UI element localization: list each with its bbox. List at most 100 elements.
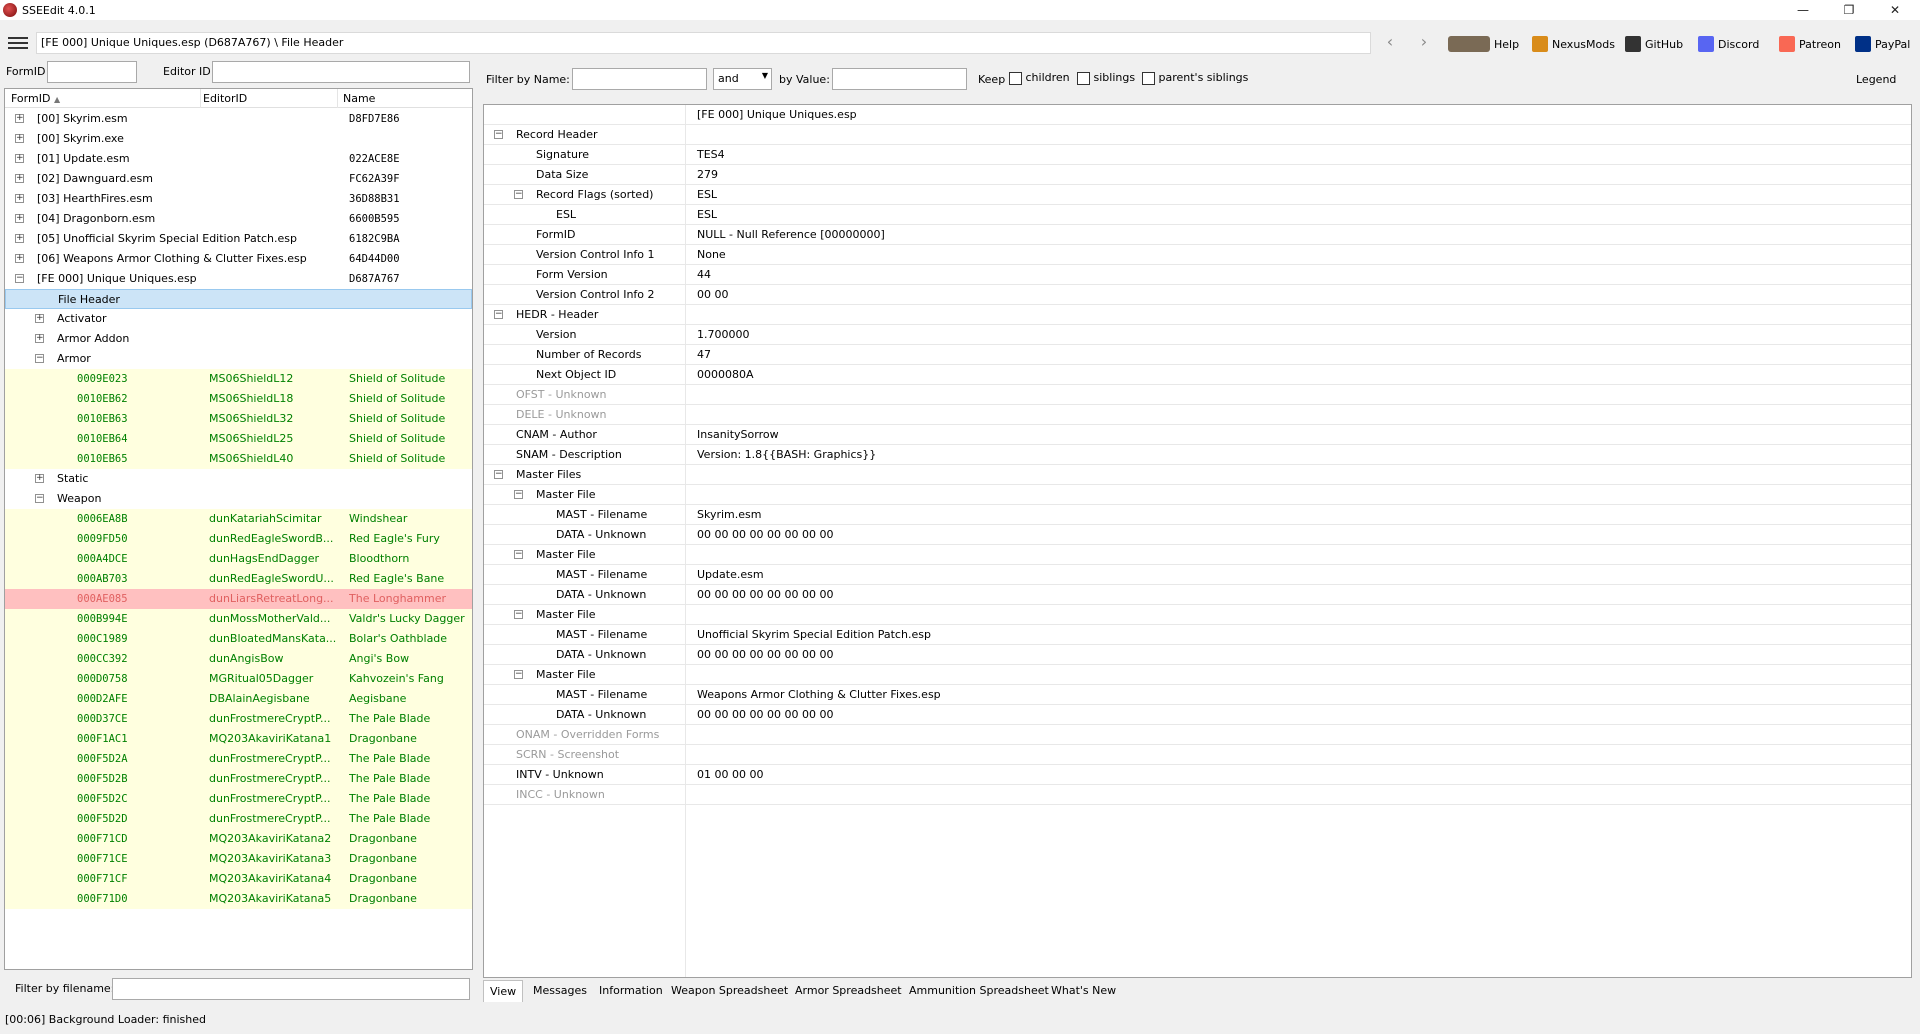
table-row[interactable]: 000A4DCE dunHagsEndDagger Bloodthorn — [5, 549, 472, 569]
collapse-icon[interactable]: − — [514, 670, 523, 679]
record-field-row[interactable]: SNAM - Description Version: 1.8{{BASH: Gr… — [484, 445, 1911, 465]
record-field-row[interactable]: − Master File — [484, 665, 1911, 685]
collapse-icon[interactable]: − — [494, 310, 503, 319]
table-row[interactable]: 000F71CE MQ203AkaviriKatana3 Dragonbane — [5, 849, 472, 869]
record-field-row[interactable]: MAST - Filename Update.esm — [484, 565, 1911, 585]
record-field-row[interactable]: CNAM - Author InsanitySorrow — [484, 425, 1911, 445]
table-row[interactable]: 000B994E dunMossMotherVald... Valdr's Luck… — [5, 609, 472, 629]
record-field-row[interactable]: DATA - Unknown 00 00 00 00 00 00 00 00 — [484, 705, 1911, 725]
collapse-icon[interactable]: − — [35, 354, 44, 363]
table-row[interactable]: 000AE085 dunLiarsRetreatLong... The Longha… — [5, 589, 472, 609]
table-row[interactable]: 000D37CE dunFrostmereCryptP... The Pale Bl… — [5, 709, 472, 729]
record-field-row[interactable]: MAST - Filename Weapons Armor Clothing & … — [484, 685, 1911, 705]
table-row[interactable]: 000D2AFE DBAlainAegisbane Aegisbane — [5, 689, 472, 709]
collapse-icon[interactable]: − — [514, 490, 523, 499]
tab-weapon-spreadsheet[interactable]: Weapon Spreadsheet — [665, 980, 794, 1002]
record-field-row[interactable]: DELE - Unknown — [484, 405, 1911, 425]
collapse-icon[interactable]: − — [514, 190, 523, 199]
restore-button[interactable]: ❐ — [1826, 0, 1872, 20]
table-row[interactable]: 000C1989 dunBloatedMansKata... Bolar's Oat… — [5, 629, 472, 649]
expand-icon[interactable]: + — [35, 334, 44, 343]
expand-icon[interactable]: + — [15, 114, 24, 123]
expand-icon[interactable]: + — [35, 474, 44, 483]
tree-file-header[interactable]: File Header — [5, 289, 472, 309]
toolbar-button-github[interactable]: GitHub — [1625, 35, 1683, 53]
close-button[interactable]: ✕ — [1872, 0, 1918, 20]
tree-file-item[interactable]: + [00] Skyrim.esm D8FD7E86 — [5, 109, 472, 129]
back-arrow-icon[interactable]: ‹ — [1381, 34, 1399, 52]
tab-view[interactable]: View — [483, 980, 524, 1002]
tree-file-item[interactable]: − [FE 000] Unique Uniques.esp D687A767 — [5, 269, 472, 289]
tree-file-item[interactable]: + [06] Weapons Armor Clothing & Clutter F… — [5, 249, 472, 269]
expand-icon[interactable]: + — [15, 174, 24, 183]
menu-icon[interactable] — [8, 34, 28, 50]
tree-group-static[interactable]: + Static — [5, 469, 472, 489]
expand-icon[interactable]: + — [15, 214, 24, 223]
record-field-row[interactable]: SCRN - Screenshot — [484, 745, 1911, 765]
record-field-row[interactable]: DATA - Unknown 00 00 00 00 00 00 00 00 — [484, 585, 1911, 605]
record-field-row[interactable]: Data Size 279 — [484, 165, 1911, 185]
tab-messages[interactable]: Messages — [527, 980, 593, 1002]
parents-siblings-checkbox[interactable]: parent's siblings — [1142, 71, 1248, 85]
table-row[interactable]: 000F5D2A dunFrostmereCryptP... The Pale Bl… — [5, 749, 472, 769]
tree-group-weapon[interactable]: − Weapon — [5, 489, 472, 509]
record-field-row[interactable]: DATA - Unknown 00 00 00 00 00 00 00 00 — [484, 525, 1911, 545]
collapse-icon[interactable]: − — [15, 274, 24, 283]
record-field-row[interactable]: − Record Header — [484, 125, 1911, 145]
col-formid[interactable]: FormID ▲ — [11, 92, 60, 105]
record-field-row[interactable]: Version 1.700000 — [484, 325, 1911, 345]
table-row[interactable]: 0010EB64 MS06ShieldL25 Shield of Solitude — [5, 429, 472, 449]
table-row[interactable]: 000AB703 dunRedEagleSwordU... Red Eagle's … — [5, 569, 472, 589]
record-field-row[interactable]: − Master File — [484, 545, 1911, 565]
table-row[interactable]: 000F5D2B dunFrostmereCryptP... The Pale Bl… — [5, 769, 472, 789]
filename-filter-input[interactable] — [112, 978, 470, 1000]
record-field-row[interactable]: DATA - Unknown 00 00 00 00 00 00 00 00 — [484, 645, 1911, 665]
record-field-row[interactable]: − Master File — [484, 485, 1911, 505]
toolbar-button-nexusmods[interactable]: NexusMods — [1532, 35, 1615, 53]
collapse-icon[interactable]: − — [35, 494, 44, 503]
tree-file-item[interactable]: + [01] Update.esm 022ACE8E — [5, 149, 472, 169]
filter-operator-select[interactable]: and ▼ — [713, 68, 772, 90]
record-field-row[interactable]: Next Object ID 0000080A — [484, 365, 1911, 385]
tree-file-item[interactable]: + [00] Skyrim.exe — [5, 129, 472, 149]
toolbar-button-discord[interactable]: Discord — [1698, 35, 1759, 53]
tab-ammunition-spreadsheet[interactable]: Ammunition Spreadsheet — [903, 980, 1055, 1002]
tree-group-armor-addon[interactable]: + Armor Addon — [5, 329, 472, 349]
filter-name-input[interactable] — [572, 68, 707, 90]
record-field-row[interactable]: Form Version 44 — [484, 265, 1911, 285]
toolbar-button-help[interactable]: Help — [1448, 35, 1519, 53]
tree-file-item[interactable]: + [04] Dragonborn.esm 6600B595 — [5, 209, 472, 229]
table-row[interactable]: 000D0758 MGRitual05Dagger Kahvozein's Fang — [5, 669, 472, 689]
minimize-button[interactable]: — — [1780, 0, 1826, 20]
record-field-row[interactable]: − Master Files — [484, 465, 1911, 485]
table-row[interactable]: 000F5D2D dunFrostmereCryptP... The Pale Bl… — [5, 809, 472, 829]
expand-icon[interactable]: + — [15, 154, 24, 163]
record-field-row[interactable]: INCC - Unknown — [484, 785, 1911, 805]
tree-file-item[interactable]: + [02] Dawnguard.esm FC62A39F — [5, 169, 472, 189]
table-row[interactable]: 000F5D2C dunFrostmereCryptP... The Pale Bl… — [5, 789, 472, 809]
tree-group-armor[interactable]: − Armor — [5, 349, 472, 369]
record-field-row[interactable]: MAST - Filename Skyrim.esm — [484, 505, 1911, 525]
tab-information[interactable]: Information — [593, 980, 669, 1002]
table-row[interactable]: 0010EB63 MS06ShieldL32 Shield of Solitude — [5, 409, 472, 429]
record-field-row[interactable]: Signature TES4 — [484, 145, 1911, 165]
table-row[interactable]: 000F71D0 MQ203AkaviriKatana5 Dragonbane — [5, 889, 472, 909]
collapse-icon[interactable]: − — [514, 610, 523, 619]
filter-value-input[interactable] — [832, 68, 967, 90]
record-field-row[interactable]: MAST - Filename Unofficial Skyrim Special… — [484, 625, 1911, 645]
table-row[interactable]: 000F1AC1 MQ203AkaviriKatana1 Dragonbane — [5, 729, 472, 749]
tab-what-s-new[interactable]: What's New — [1045, 980, 1122, 1002]
collapse-icon[interactable]: − — [514, 550, 523, 559]
record-field-row[interactable]: INTV - Unknown 01 00 00 00 — [484, 765, 1911, 785]
legend-button[interactable]: Legend — [1856, 73, 1896, 86]
toolbar-button-patreon[interactable]: Patreon — [1779, 35, 1841, 53]
record-field-row[interactable]: − Master File — [484, 605, 1911, 625]
tree-file-item[interactable]: + [03] HearthFires.esm 36D88B31 — [5, 189, 472, 209]
record-field-row[interactable]: − HEDR - Header — [484, 305, 1911, 325]
table-row[interactable]: 000F71CF MQ203AkaviriKatana4 Dragonbane — [5, 869, 472, 889]
tab-armor-spreadsheet[interactable]: Armor Spreadsheet — [789, 980, 908, 1002]
record-field-row[interactable]: OFST - Unknown — [484, 385, 1911, 405]
editorid-input[interactable] — [212, 61, 470, 83]
siblings-checkbox[interactable]: siblings — [1077, 71, 1135, 85]
table-row[interactable]: 0009E023 MS06ShieldL12 Shield of Solitude — [5, 369, 472, 389]
